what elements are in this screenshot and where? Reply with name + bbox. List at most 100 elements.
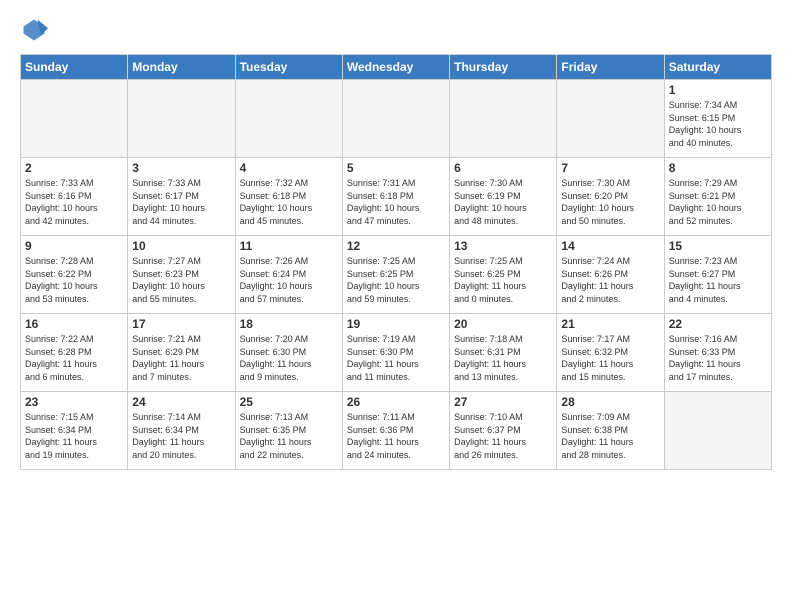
day-info: Sunrise: 7:25 AM Sunset: 6:25 PM Dayligh…	[347, 255, 445, 305]
header	[20, 16, 772, 44]
day-cell	[21, 80, 128, 158]
day-info: Sunrise: 7:33 AM Sunset: 6:16 PM Dayligh…	[25, 177, 123, 227]
day-number: 11	[240, 239, 338, 253]
day-number: 19	[347, 317, 445, 331]
day-cell: 3 Sunrise: 7:33 AM Sunset: 6:17 PM Daylig…	[128, 158, 235, 236]
week-row-4: 23 Sunrise: 7:15 AM Sunset: 6:34 PM Dayli…	[21, 392, 772, 470]
day-cell: 4 Sunrise: 7:32 AM Sunset: 6:18 PM Daylig…	[235, 158, 342, 236]
day-info: Sunrise: 7:11 AM Sunset: 6:36 PM Dayligh…	[347, 411, 445, 461]
day-cell: 6 Sunrise: 7:30 AM Sunset: 6:19 PM Daylig…	[450, 158, 557, 236]
week-row-1: 2 Sunrise: 7:33 AM Sunset: 6:16 PM Daylig…	[21, 158, 772, 236]
day-cell: 12 Sunrise: 7:25 AM Sunset: 6:25 PM Dayli…	[342, 236, 449, 314]
day-info: Sunrise: 7:33 AM Sunset: 6:17 PM Dayligh…	[132, 177, 230, 227]
day-number: 13	[454, 239, 552, 253]
day-number: 27	[454, 395, 552, 409]
day-cell	[557, 80, 664, 158]
day-cell: 14 Sunrise: 7:24 AM Sunset: 6:26 PM Dayli…	[557, 236, 664, 314]
weekday-thursday: Thursday	[450, 55, 557, 80]
day-cell: 2 Sunrise: 7:33 AM Sunset: 6:16 PM Daylig…	[21, 158, 128, 236]
weekday-monday: Monday	[128, 55, 235, 80]
day-cell	[235, 80, 342, 158]
day-info: Sunrise: 7:14 AM Sunset: 6:34 PM Dayligh…	[132, 411, 230, 461]
day-cell: 19 Sunrise: 7:19 AM Sunset: 6:30 PM Dayli…	[342, 314, 449, 392]
day-number: 28	[561, 395, 659, 409]
day-cell	[128, 80, 235, 158]
day-cell: 25 Sunrise: 7:13 AM Sunset: 6:35 PM Dayli…	[235, 392, 342, 470]
day-number: 23	[25, 395, 123, 409]
day-cell: 27 Sunrise: 7:10 AM Sunset: 6:37 PM Dayli…	[450, 392, 557, 470]
day-cell: 21Sunrise: 7:17 AM Sunset: 6:32 PM Dayli…	[557, 314, 664, 392]
weekday-tuesday: Tuesday	[235, 55, 342, 80]
day-number: 25	[240, 395, 338, 409]
day-info: Sunrise: 7:29 AM Sunset: 6:21 PM Dayligh…	[669, 177, 767, 227]
day-cell: 17 Sunrise: 7:21 AM Sunset: 6:29 PM Dayli…	[128, 314, 235, 392]
day-number: 26	[347, 395, 445, 409]
day-cell: 24Sunrise: 7:14 AM Sunset: 6:34 PM Dayli…	[128, 392, 235, 470]
logo	[20, 16, 52, 44]
day-cell: 10Sunrise: 7:27 AM Sunset: 6:23 PM Dayli…	[128, 236, 235, 314]
day-cell: 5 Sunrise: 7:31 AM Sunset: 6:18 PM Daylig…	[342, 158, 449, 236]
weekday-wednesday: Wednesday	[342, 55, 449, 80]
day-info: Sunrise: 7:27 AM Sunset: 6:23 PM Dayligh…	[132, 255, 230, 305]
day-number: 7	[561, 161, 659, 175]
day-info: Sunrise: 7:30 AM Sunset: 6:20 PM Dayligh…	[561, 177, 659, 227]
day-cell: 1 Sunrise: 7:34 AM Sunset: 6:15 PM Daylig…	[664, 80, 771, 158]
week-row-3: 16Sunrise: 7:22 AM Sunset: 6:28 PM Dayli…	[21, 314, 772, 392]
day-info: Sunrise: 7:25 AM Sunset: 6:25 PM Dayligh…	[454, 255, 552, 305]
day-number: 2	[25, 161, 123, 175]
day-info: Sunrise: 7:24 AM Sunset: 6:26 PM Dayligh…	[561, 255, 659, 305]
day-number: 16	[25, 317, 123, 331]
day-cell: 20 Sunrise: 7:18 AM Sunset: 6:31 PM Dayli…	[450, 314, 557, 392]
day-cell: 26 Sunrise: 7:11 AM Sunset: 6:36 PM Dayli…	[342, 392, 449, 470]
day-info: Sunrise: 7:23 AM Sunset: 6:27 PM Dayligh…	[669, 255, 767, 305]
day-info: Sunrise: 7:31 AM Sunset: 6:18 PM Dayligh…	[347, 177, 445, 227]
day-cell: 13 Sunrise: 7:25 AM Sunset: 6:25 PM Dayli…	[450, 236, 557, 314]
day-number: 9	[25, 239, 123, 253]
day-cell: 28 Sunrise: 7:09 AM Sunset: 6:38 PM Dayli…	[557, 392, 664, 470]
day-info: Sunrise: 7:13 AM Sunset: 6:35 PM Dayligh…	[240, 411, 338, 461]
day-number: 18	[240, 317, 338, 331]
day-cell: 23 Sunrise: 7:15 AM Sunset: 6:34 PM Dayli…	[21, 392, 128, 470]
day-cell: 22Sunrise: 7:16 AM Sunset: 6:33 PM Dayli…	[664, 314, 771, 392]
day-cell: 9 Sunrise: 7:28 AM Sunset: 6:22 PM Daylig…	[21, 236, 128, 314]
day-info: Sunrise: 7:15 AM Sunset: 6:34 PM Dayligh…	[25, 411, 123, 461]
day-number: 1	[669, 83, 767, 97]
day-number: 8	[669, 161, 767, 175]
day-number: 14	[561, 239, 659, 253]
weekday-sunday: Sunday	[21, 55, 128, 80]
day-info: Sunrise: 7:30 AM Sunset: 6:19 PM Dayligh…	[454, 177, 552, 227]
week-row-2: 9 Sunrise: 7:28 AM Sunset: 6:22 PM Daylig…	[21, 236, 772, 314]
day-info: Sunrise: 7:28 AM Sunset: 6:22 PM Dayligh…	[25, 255, 123, 305]
day-number: 4	[240, 161, 338, 175]
day-info: Sunrise: 7:26 AM Sunset: 6:24 PM Dayligh…	[240, 255, 338, 305]
day-cell: 8 Sunrise: 7:29 AM Sunset: 6:21 PM Daylig…	[664, 158, 771, 236]
day-number: 5	[347, 161, 445, 175]
day-number: 15	[669, 239, 767, 253]
day-info: Sunrise: 7:20 AM Sunset: 6:30 PM Dayligh…	[240, 333, 338, 383]
day-info: Sunrise: 7:18 AM Sunset: 6:31 PM Dayligh…	[454, 333, 552, 383]
day-number: 12	[347, 239, 445, 253]
day-number: 20	[454, 317, 552, 331]
weekday-friday: Friday	[557, 55, 664, 80]
day-info: Sunrise: 7:09 AM Sunset: 6:38 PM Dayligh…	[561, 411, 659, 461]
day-number: 6	[454, 161, 552, 175]
day-number: 3	[132, 161, 230, 175]
day-cell: 11 Sunrise: 7:26 AM Sunset: 6:24 PM Dayli…	[235, 236, 342, 314]
calendar-table: SundayMondayTuesdayWednesdayThursdayFrid…	[20, 54, 772, 470]
day-cell	[664, 392, 771, 470]
day-info: Sunrise: 7:10 AM Sunset: 6:37 PM Dayligh…	[454, 411, 552, 461]
day-cell: 16Sunrise: 7:22 AM Sunset: 6:28 PM Dayli…	[21, 314, 128, 392]
day-cell: 15 Sunrise: 7:23 AM Sunset: 6:27 PM Dayli…	[664, 236, 771, 314]
day-number: 17	[132, 317, 230, 331]
day-cell: 18 Sunrise: 7:20 AM Sunset: 6:30 PM Dayli…	[235, 314, 342, 392]
day-info: Sunrise: 7:17 AM Sunset: 6:32 PM Dayligh…	[561, 333, 659, 383]
day-info: Sunrise: 7:19 AM Sunset: 6:30 PM Dayligh…	[347, 333, 445, 383]
day-cell: 7 Sunrise: 7:30 AM Sunset: 6:20 PM Daylig…	[557, 158, 664, 236]
logo-icon	[20, 16, 48, 44]
day-info: Sunrise: 7:21 AM Sunset: 6:29 PM Dayligh…	[132, 333, 230, 383]
day-info: Sunrise: 7:34 AM Sunset: 6:15 PM Dayligh…	[669, 99, 767, 149]
day-cell	[450, 80, 557, 158]
day-info: Sunrise: 7:16 AM Sunset: 6:33 PM Dayligh…	[669, 333, 767, 383]
day-info: Sunrise: 7:32 AM Sunset: 6:18 PM Dayligh…	[240, 177, 338, 227]
page: SundayMondayTuesdayWednesdayThursdayFrid…	[0, 0, 792, 612]
